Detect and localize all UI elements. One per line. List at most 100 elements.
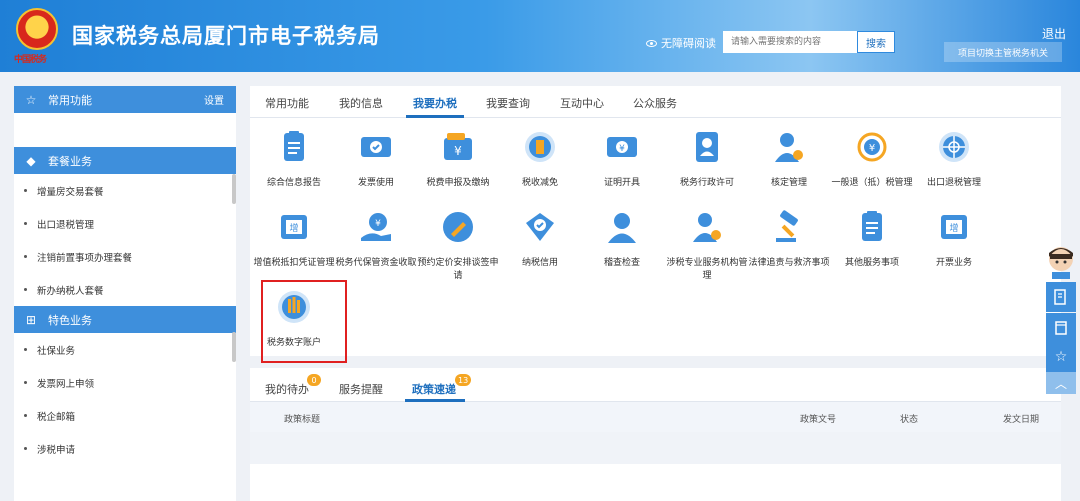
sidebar-item-invoice-apply[interactable]: 发票网上申领 [14, 366, 236, 399]
tab-my-todo[interactable]: 我的待办 [265, 381, 309, 397]
tab-handle-tax[interactable]: 我要办税 [413, 95, 457, 111]
globe-icon [939, 132, 969, 162]
service-item-label: 预约定价安排谈签申请 [417, 258, 499, 281]
sidebar-item-new-taxpayer-package[interactable]: 新办纳税人套餐 [14, 273, 236, 306]
document-list-icon [284, 131, 304, 161]
coin-stack-icon [525, 132, 555, 162]
invoice-ticket-icon [361, 137, 391, 157]
svg-text:增: 增 [289, 222, 298, 234]
col-policy-number: 政策文号 [800, 415, 837, 425]
svg-text:增: 增 [949, 222, 958, 234]
tab-my-info[interactable]: 我的信息 [339, 95, 383, 111]
package-business-title: 套餐业务 [48, 154, 92, 168]
service-item[interactable]: ¥ 税费申报及缴纳 [416, 130, 500, 190]
float-favorite-button[interactable]: ☆ [1046, 342, 1076, 372]
special-scrollbar[interactable] [232, 332, 236, 362]
service-item[interactable]: 增增值税抵扣凭证管理 [252, 210, 336, 270]
highlight-box [261, 280, 347, 363]
service-item-label: 涉税专业服务机构管理 [666, 258, 748, 281]
tab-service-reminder[interactable]: 服务提醒 [339, 381, 383, 397]
svg-text:¥: ¥ [454, 144, 462, 158]
yuan-refresh-icon: ¥ [857, 132, 887, 162]
service-item[interactable]: 增开票业务 [912, 210, 996, 270]
bullet-icon [24, 447, 27, 450]
document-icon [1055, 321, 1067, 335]
search-input[interactable] [723, 31, 857, 53]
pen-circle-icon [443, 212, 473, 242]
package-business-header[interactable]: ◆ 套餐业务 [14, 147, 236, 174]
bullet-icon [24, 222, 27, 225]
logout-link[interactable]: 退出 [1042, 25, 1066, 42]
inspector-user-icon [608, 213, 636, 243]
policy-table-header: 政策标题 政策文号 状态 发文日期 [250, 402, 1061, 432]
service-item-label: 法律追责与救济事项 [748, 258, 830, 268]
active-tab-indicator [406, 115, 464, 118]
sidebar-item-tax-application[interactable]: 涉税申请 [14, 432, 236, 465]
tab-my-query[interactable]: 我要查询 [486, 95, 530, 111]
top-header: 中国税务 国家税务总局厦门市电子税务局 无障碍阅读 搜索 退出 项目切换主管税务… [0, 0, 1080, 72]
sidebar-item-tax-mailbox[interactable]: 税企邮箱 [14, 399, 236, 432]
tab-interaction-center[interactable]: 互动中心 [560, 95, 604, 111]
service-item-label: 纳税信用 [521, 258, 558, 268]
service-item-label: 增值税抵扣凭证管理 [253, 258, 335, 268]
service-item-label: 核定管理 [770, 178, 807, 188]
yuan-ticket-icon: ¥ [607, 137, 637, 157]
settings-link[interactable]: 设置 [204, 92, 224, 107]
service-item-label: 税务代保管资金收取 [335, 258, 417, 268]
sidebar-item-social-security[interactable]: 社保业务 [14, 333, 236, 366]
service-item[interactable]: 出口退税管理 [912, 130, 996, 190]
float-form-button[interactable] [1046, 282, 1076, 312]
float-document-button[interactable] [1046, 313, 1076, 343]
policy-count-badge: 13 [455, 374, 472, 386]
left-sidebar: ☆ 常用功能 设置 ◆ 套餐业务 增量房交易套餐 出口退税管理 注销前置事项办理… [14, 86, 236, 501]
clipboard-icon [862, 211, 882, 241]
service-item[interactable]: 核定管理 [747, 130, 831, 190]
vat-stamp-icon: 增 [281, 215, 307, 239]
search-button[interactable]: 搜索 [857, 31, 895, 53]
bottom-tabs: 我的待办 0 服务提醒 政策速递 13 [250, 368, 1061, 402]
switch-tax-authority-button[interactable]: 项目切换主管税务机关 [944, 42, 1062, 62]
special-business-title: 特色业务 [48, 313, 92, 327]
service-item-label: 发票使用 [357, 178, 394, 188]
sidebar-item-label: 增量房交易套餐 [37, 186, 104, 198]
col-issue-date: 发文日期 [1003, 415, 1040, 425]
common-functions-header[interactable]: ☆ 常用功能 设置 [14, 86, 236, 113]
service-item-label: 综合信息报告 [266, 178, 321, 188]
sidebar-item-label: 注销前置事项办理套餐 [37, 252, 133, 264]
service-item-label: 开票业务 [935, 258, 972, 268]
service-item[interactable]: 发票使用 [334, 130, 418, 190]
diamond-check-icon [526, 213, 554, 241]
star-icon: ☆ [1054, 349, 1068, 365]
service-item[interactable]: ¥ 税务代保管资金收取 [334, 210, 418, 270]
bottom-panel: 我的待办 0 服务提醒 政策速递 13 政策标题 政策文号 状态 发文日期 [250, 368, 1061, 501]
service-item[interactable]: 预约定价安排谈签申请 [416, 210, 500, 283]
special-business-header[interactable]: ⊞ 特色业务 [14, 306, 236, 333]
service-item[interactable]: 法律追责与救济事项 [747, 210, 831, 270]
user-gear-icon [775, 133, 803, 162]
bullet-icon [24, 189, 27, 192]
bullet-icon [24, 381, 27, 384]
service-item[interactable]: 综合信息报告 [252, 130, 336, 190]
service-item[interactable]: ¥ 证明开具 [580, 130, 664, 190]
service-item[interactable]: 其他服务事项 [830, 210, 914, 270]
service-item[interactable]: ¥ 一般退（抵）税管理 [830, 130, 914, 190]
sidebar-item-label: 税企邮箱 [37, 411, 76, 423]
service-item-label: 一般退（抵）税管理 [831, 178, 913, 188]
bullet-icon [24, 288, 27, 291]
sidebar-item-label: 社保业务 [37, 345, 76, 357]
tab-policy-express[interactable]: 政策速递 [412, 381, 456, 397]
service-item[interactable]: 涉税专业服务机构管理 [665, 210, 749, 283]
service-item[interactable]: 税务行政许可 [665, 130, 749, 190]
assistant-avatar-icon[interactable] [1046, 245, 1076, 279]
sidebar-item-deregistration-package[interactable]: 注销前置事项办理套餐 [14, 240, 236, 273]
sidebar-item-export-refund[interactable]: 出口退税管理 [14, 207, 236, 240]
package-scrollbar[interactable] [232, 174, 236, 204]
tab-common-functions[interactable]: 常用功能 [265, 95, 309, 111]
back-to-top-button[interactable]: ︿ [1046, 372, 1076, 394]
service-item[interactable]: 稽查检查 [580, 210, 664, 270]
accessibility-link[interactable]: 无障碍阅读 [646, 35, 716, 51]
service-item[interactable]: 纳税信用 [498, 210, 582, 270]
service-item[interactable]: 税收减免 [498, 130, 582, 190]
tab-public-service[interactable]: 公众服务 [633, 95, 677, 111]
sidebar-item-housing-package[interactable]: 增量房交易套餐 [14, 174, 236, 207]
